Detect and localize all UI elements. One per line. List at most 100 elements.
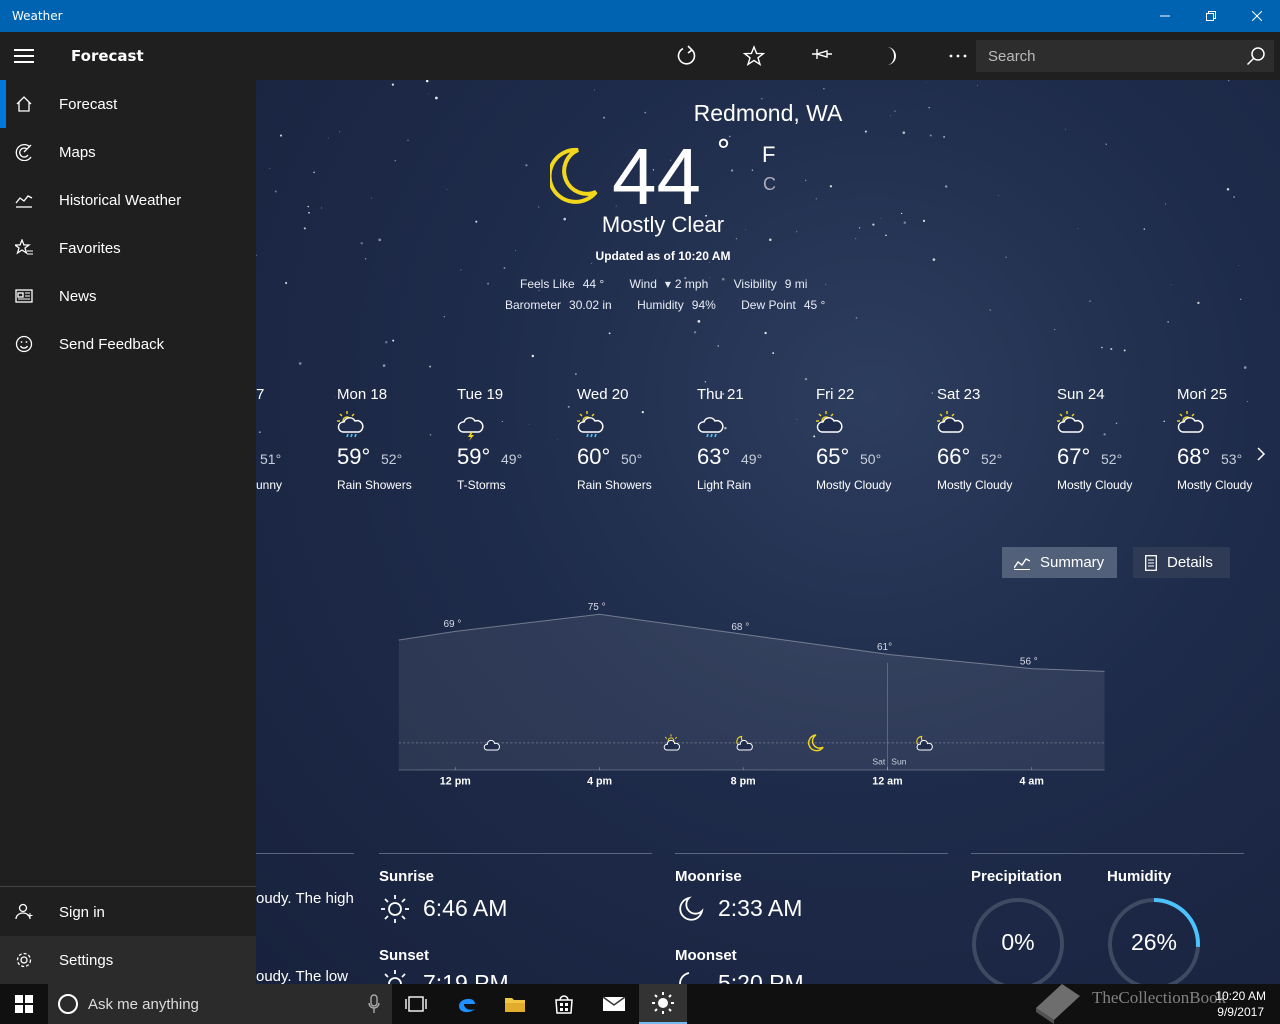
star [693, 331, 697, 334]
sidebar-item-forecast[interactable]: Forecast [0, 80, 256, 128]
night-summary-text: oudy. The low [256, 968, 348, 984]
sunrise-time: 6:46 AM [423, 895, 508, 921]
moonrise-label: Moonrise [675, 868, 742, 885]
sun-rain-icon [337, 410, 365, 447]
day-forecast-card[interactable]: Sun 24 67° 52° Mostly Cloudy [1057, 384, 1177, 494]
temperature-data-label: 69 ° [443, 619, 461, 630]
chart-icon [0, 191, 48, 209]
star-list-icon [0, 239, 48, 257]
unit-celsius[interactable]: C [763, 174, 776, 195]
wind-arrow-icon: ▾ [664, 277, 671, 291]
home-icon [0, 95, 48, 113]
star [460, 269, 462, 271]
restore-button[interactable] [1188, 0, 1234, 32]
summary-toggle[interactable]: Summary [1002, 547, 1117, 578]
sidebar-item-maps[interactable]: Maps [0, 128, 256, 176]
pin-icon [812, 49, 832, 59]
pin-button[interactable] [788, 32, 856, 80]
day-condition: Mostly Cloudy [937, 478, 1013, 492]
store-button[interactable] [540, 984, 588, 1024]
watermark: TheCollectionBook [1030, 974, 1270, 1024]
favorite-button[interactable] [720, 32, 788, 80]
edge-button[interactable] [443, 984, 491, 1024]
file-explorer-button[interactable] [491, 984, 539, 1024]
day-high: 63° [697, 444, 731, 469]
day-low: 50° [621, 451, 643, 467]
star [989, 309, 991, 311]
day-forecast-card[interactable]: Tue 19 59° 49° T-Storms [457, 384, 577, 494]
day-forecast-card[interactable]: Mon 18 59° 52° Rain Showers [337, 384, 457, 494]
refresh-button[interactable] [652, 32, 720, 80]
sidebar-item-sign-in[interactable]: Sign in [0, 888, 256, 936]
hamburger-menu-button[interactable] [0, 32, 48, 80]
star [370, 197, 372, 199]
updated-time: Updated as of 10:20 AM [595, 249, 731, 263]
star [1197, 301, 1200, 305]
day-low: 49° [741, 451, 763, 467]
start-button[interactable] [0, 984, 48, 1024]
unit-fahrenheit[interactable]: F [762, 142, 775, 168]
microphone-icon[interactable] [368, 994, 380, 1014]
minimize-button[interactable] [1142, 0, 1188, 32]
day-forecast-card[interactable]: Mon 25 68° 53° Mostly Cloudy [1177, 384, 1280, 494]
close-button[interactable] [1234, 0, 1280, 32]
temperature-data-label: 56 ° [1020, 656, 1038, 667]
day-name: Tue 19 [457, 386, 504, 403]
day-high: 67° [1057, 444, 1091, 469]
moonrise-time: 2:33 AM [718, 895, 803, 921]
day-forecast-card[interactable]: Fri 22 65° 50° Mostly Cloudy [816, 384, 936, 494]
day-low: 50° [860, 451, 882, 467]
star [428, 93, 430, 94]
sidebar-item-favorites[interactable]: Favorites [0, 224, 256, 272]
star [446, 189, 448, 190]
feels-like-value: 44 ° [582, 277, 605, 291]
star [1143, 228, 1146, 230]
day-forecast-card[interactable]: Thu 21 63° 49° Light Rain [697, 384, 817, 494]
star [943, 135, 946, 138]
location-name: Redmond, WA [693, 100, 843, 126]
more-icon [949, 54, 967, 58]
task-view-button[interactable] [392, 984, 440, 1024]
star [815, 198, 817, 200]
day-forecast-card[interactable]: Sat 23 66° 52° Mostly Cloudy [937, 384, 1057, 494]
day-name: 7 [256, 386, 265, 403]
star [443, 316, 445, 318]
day-name: Mon 18 [337, 386, 388, 403]
moonset-time: 5:20 PM [718, 970, 804, 984]
temperature-data-label: 61° [877, 642, 892, 653]
x-tick-label: 12 pm [440, 775, 471, 787]
star [997, 194, 999, 196]
search-icon[interactable] [1246, 46, 1266, 66]
search-input[interactable] [976, 47, 1226, 65]
sidebar-item-settings[interactable]: Settings [0, 936, 256, 984]
details-toggle[interactable]: Details [1133, 547, 1230, 578]
folder-icon [505, 998, 525, 1012]
weather-app-button[interactable] [639, 984, 687, 1024]
barometer-label: Barometer [505, 298, 562, 312]
document-icon [1145, 554, 1157, 571]
star [823, 88, 825, 90]
cortana-search[interactable]: Ask me anything [48, 984, 392, 1024]
windows-logo-icon [15, 995, 33, 1013]
day-condition: T-Storms [457, 478, 506, 492]
divider [675, 853, 948, 854]
day-condition: Rain Showers [337, 478, 412, 492]
sidebar-item-label: Sign in [59, 903, 105, 921]
minimize-icon [1160, 15, 1170, 17]
chevron-right-icon[interactable] [1254, 444, 1270, 464]
star [1089, 300, 1091, 302]
moonset-icon [679, 972, 690, 984]
sidebar-item-send-feedback[interactable]: Send Feedback [0, 320, 256, 368]
humidity-label: Humidity [637, 298, 684, 312]
star [285, 281, 288, 285]
theme-button[interactable] [856, 32, 924, 80]
mail-button[interactable] [590, 984, 638, 1024]
star [298, 362, 302, 365]
star [1105, 143, 1107, 145]
radar-icon [0, 143, 48, 161]
sidebar-item-historical-weather[interactable]: Historical Weather [0, 176, 256, 224]
wind-label: Wind [629, 277, 657, 291]
news-icon [0, 287, 48, 305]
day-forecast-card[interactable]: Wed 20 60° 50° Rain Showers [577, 384, 697, 494]
sidebar-item-news[interactable]: News [0, 272, 256, 320]
